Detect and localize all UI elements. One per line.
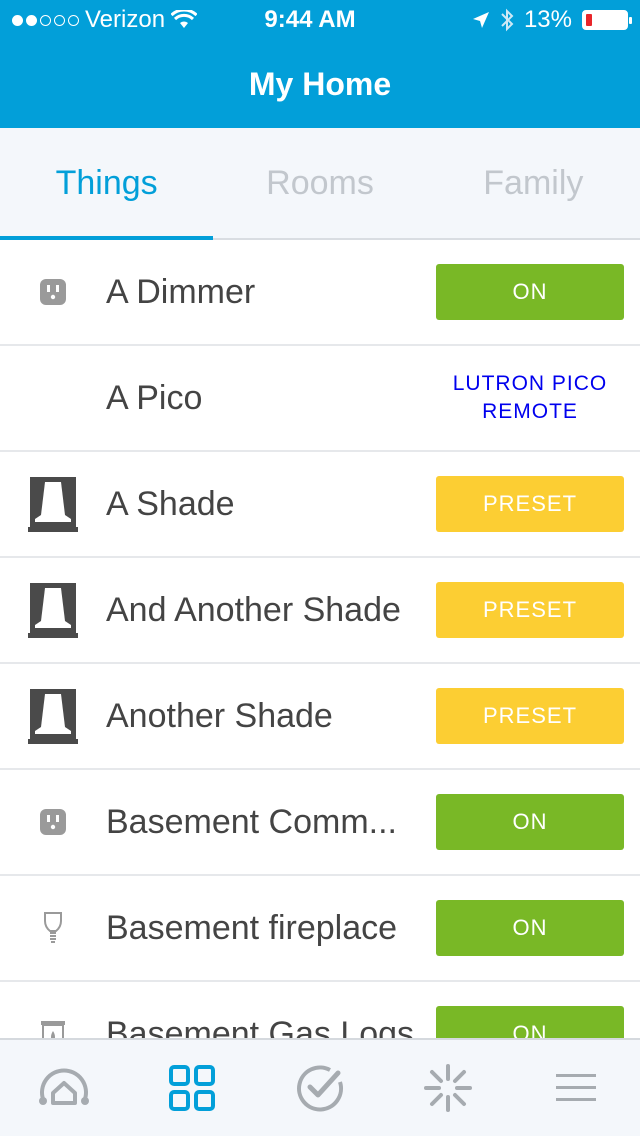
bottom-tab-bar [0,1038,640,1136]
menu-icon [556,1074,596,1101]
device-name: A Shade [106,484,235,523]
sparkle-icon [424,1064,472,1112]
things-grid-icon [169,1065,215,1111]
status-right: 13% [398,6,632,34]
tabbar-things[interactable] [128,1040,256,1136]
device-name: Basement Gas Logs [106,1014,415,1039]
on-button[interactable]: ON [436,794,624,850]
nav-bar: My Home [0,40,640,128]
preset-button[interactable]: PRESET [436,582,624,638]
wifi-icon [171,10,198,28]
on-button[interactable]: ON [436,900,624,956]
device-name: Basement fireplace [106,908,398,947]
bulb-icon [0,876,106,980]
status-time: 9:44 AM [264,6,356,33]
on-button[interactable]: ON [436,1006,624,1038]
tab-things[interactable]: Things [0,128,214,240]
battery-icon [582,10,632,30]
list-item[interactable]: A Shade PRESET [0,452,640,558]
preset-button[interactable]: PRESET [436,688,624,744]
carrier-name: Verizon [85,6,166,33]
list-item[interactable]: And Another Shade PRESET [0,558,640,664]
list-item[interactable]: A Pico LUTRON PICO REMOTE [0,346,640,452]
shade-icon [0,664,106,768]
device-name: And Another Shade [106,590,401,629]
device-list[interactable]: A Dimmer ON A Pico LUTRON PICO REMOTE A … [0,240,640,1038]
device-name: A Dimmer [106,272,256,311]
status-left: Verizon [12,6,242,34]
shade-icon [0,558,106,662]
outlet-icon [0,240,106,344]
list-item[interactable]: Another Shade PRESET [0,664,640,770]
pico-remote-link[interactable]: LUTRON PICO REMOTE [436,370,624,426]
segment-tabs: Things Rooms Family [0,128,640,240]
preset-button[interactable]: PRESET [436,476,624,532]
home-dashboard-icon [39,1068,89,1105]
tabbar-scenes[interactable] [384,1040,512,1136]
list-item[interactable]: Basement Gas Logs ON [0,982,640,1038]
device-name: Another Shade [106,696,333,735]
list-item[interactable]: Basement fireplace ON [0,876,640,982]
page-title: My Home [248,65,392,102]
list-item[interactable]: A Dimmer ON [0,240,640,346]
list-item[interactable]: Basement Comm... ON [0,770,640,876]
status-bar: Verizon 9:44 AM 13% [0,0,640,40]
tab-family[interactable]: Family [427,128,640,238]
tabbar-home[interactable] [0,1040,128,1136]
device-name: A Pico [106,378,203,417]
fireplace-icon [0,982,106,1038]
no-icon [0,346,106,450]
device-name: Basement Comm... [106,802,397,841]
on-button[interactable]: ON [436,264,624,320]
tabbar-activity[interactable] [256,1040,384,1136]
shade-icon [0,452,106,556]
check-circle-icon [297,1065,344,1112]
tab-rooms[interactable]: Rooms [213,128,426,238]
location-arrow-icon [472,12,489,28]
signal-strength-icon [12,14,79,26]
tabbar-menu[interactable] [512,1040,640,1136]
outlet-icon [0,770,106,874]
battery-percent: 13% [523,6,572,33]
bluetooth-icon [501,8,514,32]
